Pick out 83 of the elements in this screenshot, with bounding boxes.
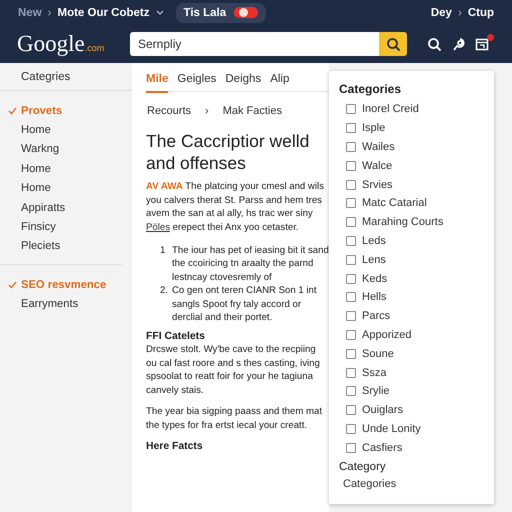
- check-icon: [8, 107, 17, 115]
- checkbox-label[interactable]: Marahing Courts: [362, 216, 444, 228]
- checkbox-label[interactable]: Matc Catarial: [362, 197, 427, 210]
- breadcrumb-link[interactable]: Mote Our Cobetz: [58, 6, 150, 18]
- checkbox[interactable]: [346, 254, 356, 265]
- mode-pill[interactable]: Tis Lala: [176, 2, 266, 22]
- search-icon[interactable]: [427, 37, 441, 51]
- checkbox[interactable]: [346, 123, 356, 134]
- checkbox-label[interactable]: Leds: [362, 234, 386, 247]
- list-item: Co gen ont teren CIANR Son 1 int sangls Spoot fry taly accord or derclial and their portet.: [172, 284, 318, 324]
- sidebar-item[interactable]: Pleciets: [0, 236, 132, 256]
- checkbox-label[interactable]: Walce: [362, 160, 392, 172]
- breadcrumb-link[interactable]: Mak Facties: [222, 105, 282, 118]
- checkbox-label[interactable]: Srvies: [362, 178, 393, 191]
- breadcrumb-link[interactable]: Ctup: [468, 6, 494, 18]
- sidebar-item[interactable]: Finsicy: [0, 217, 132, 237]
- panel-title: Categories: [339, 82, 402, 96]
- checkbox[interactable]: [346, 424, 356, 434]
- checkbox-label[interactable]: Isple: [362, 122, 386, 134]
- checkbox-label[interactable]: Ouiglars: [362, 404, 403, 416]
- checkbox-label[interactable]: Unde Lonity: [362, 422, 421, 435]
- calendar-icon[interactable]: [475, 37, 489, 51]
- checkbox[interactable]: [346, 368, 356, 378]
- checkbox-label[interactable]: Soune: [362, 348, 394, 360]
- list-number: 1: [160, 244, 166, 258]
- checkbox-label[interactable]: Ssza: [362, 366, 386, 379]
- checkbox[interactable]: [346, 180, 356, 190]
- breadcrumb-link[interactable]: New: [18, 6, 42, 18]
- search-icon: [386, 37, 400, 51]
- article-heading: The Caccriptior welld and offenses: [146, 130, 310, 174]
- list-number: 2.: [160, 284, 169, 298]
- section-heading: FFI Catelets: [146, 330, 206, 344]
- categories-link[interactable]: Categories: [343, 478, 484, 490]
- caret-icon: [156, 9, 164, 16]
- check-icon: [8, 281, 17, 290]
- breadcrumb-link[interactable]: Recourts: [147, 105, 192, 118]
- checkbox-label[interactable]: Hells: [362, 291, 386, 304]
- checkbox-label[interactable]: Lens: [362, 254, 386, 266]
- checkbox-label[interactable]: Casfiers: [362, 442, 402, 454]
- chevron-icon: ›: [458, 6, 462, 18]
- checkbox-label[interactable]: Parcs: [362, 310, 390, 322]
- checkbox[interactable]: [346, 311, 356, 322]
- chevron-icon: ›: [205, 105, 209, 118]
- inline-link[interactable]: Pöles: [146, 222, 170, 233]
- checkbox-label[interactable]: Apporized: [362, 328, 412, 341]
- sidebar-item[interactable]: Appiratts: [0, 198, 132, 218]
- sidebar-item[interactable]: Home: [0, 178, 132, 198]
- checkbox[interactable]: [346, 292, 356, 302]
- checkbox-label[interactable]: Inorel Creid: [362, 103, 419, 116]
- tab[interactable]: Geigles: [177, 73, 216, 93]
- search-button[interactable]: [379, 32, 407, 56]
- checkbox[interactable]: [346, 330, 356, 340]
- sidebar-item[interactable]: Warkng: [0, 140, 132, 160]
- tab[interactable]: Alip: [270, 73, 290, 93]
- checkbox[interactable]: [346, 198, 356, 208]
- toggle-switch[interactable]: [234, 7, 258, 18]
- breadcrumb-link[interactable]: Dey: [430, 6, 452, 18]
- section-heading: Here Fatcts: [146, 440, 204, 453]
- sidebar-item[interactable]: Earryments: [0, 294, 122, 314]
- list-item: The iour has pet of ieasing bit it sand the ccoiricing tn araalty the parnd lestncay ctovesremly of: [172, 244, 329, 284]
- site-logo[interactable]: Google.com: [17, 31, 115, 57]
- checkbox[interactable]: [346, 142, 356, 152]
- paragraph: The year bia sigping paass and them mat the types for fra ertst iecal your creatt.: [146, 405, 323, 432]
- checkbox[interactable]: [346, 442, 356, 453]
- panel-subtitle: Category: [339, 461, 387, 474]
- paragraph: Drcswe stolt. Wy'be cave to the recpiing ou cal fast roore and s thes casting, iving spsoolat to reatt foir for your he tagiuna canvely stais.: [146, 343, 321, 398]
- checkbox[interactable]: [346, 274, 356, 284]
- intro-paragraph: AV AWA The platcing your cmesl and wils you calvers therat St. Parss and hem tres avem the san at al ally, hs trac wer siny Pöles erepect thei Anx yoo cetaster.: [146, 180, 325, 234]
- checkbox[interactable]: [346, 160, 356, 171]
- checkbox-label[interactable]: Wailes: [362, 140, 395, 153]
- checkbox-label[interactable]: Srylie: [362, 385, 390, 398]
- checkbox[interactable]: [346, 236, 356, 246]
- checkbox[interactable]: [346, 348, 356, 359]
- tab[interactable]: Deighs: [225, 73, 262, 93]
- checkbox-label[interactable]: Keds: [362, 272, 388, 285]
- checkbox[interactable]: [346, 217, 356, 228]
- sidebar-item[interactable]: Home: [0, 120, 132, 140]
- checkbox[interactable]: [346, 405, 356, 416]
- checkbox[interactable]: [346, 104, 356, 114]
- sidebar-item[interactable]: Home: [0, 159, 132, 179]
- chevron-icon: ›: [48, 6, 52, 18]
- checkbox[interactable]: [346, 386, 356, 396]
- search-field[interactable]: Sernpliy: [130, 32, 379, 56]
